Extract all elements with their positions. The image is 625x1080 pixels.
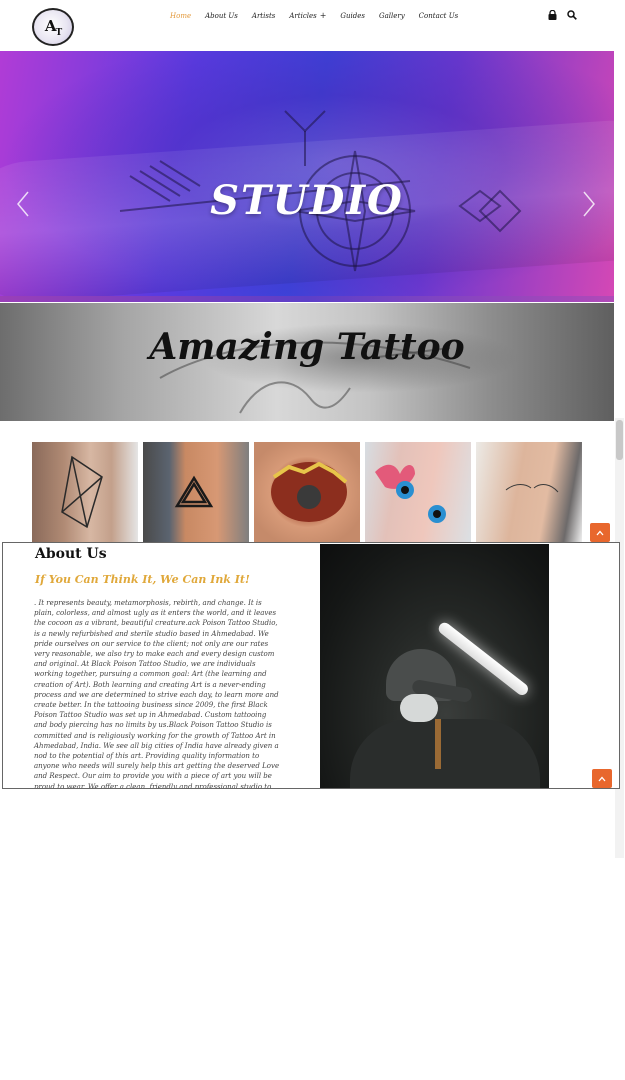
logo-monogram: AT: [44, 16, 62, 38]
plus-icon: +: [319, 11, 327, 20]
tattoo-photo-icon: [271, 461, 348, 522]
tattoo-photo-icon: [61, 455, 103, 529]
site-logo[interactable]: AT: [32, 8, 74, 46]
nav-gallery[interactable]: Gallery: [379, 10, 405, 22]
lock-icon[interactable]: [548, 10, 557, 20]
nav-home[interactable]: Home: [170, 10, 191, 22]
about-tagline: If You Can Think It, We Can Ink It!: [35, 573, 250, 586]
tattoo-photo-icon: [174, 475, 214, 508]
photo-shirt: [350, 719, 540, 788]
banner-title: Amazing Tattoo: [149, 326, 465, 368]
nav-articles-label: Articles: [289, 12, 317, 20]
tattoo-artist-photo: [320, 544, 549, 788]
about-body-text: . It represents beauty, metamorphosis, r…: [34, 599, 280, 789]
gallery-item[interactable]: [476, 442, 582, 542]
hero-title: STUDIO: [210, 177, 404, 224]
scrollbar-thumb[interactable]: [616, 420, 623, 460]
scroll-to-top-button[interactable]: [590, 523, 610, 542]
gallery-item[interactable]: [143, 442, 249, 542]
gallery-item[interactable]: [254, 442, 360, 542]
about-heading: About Us: [35, 546, 107, 562]
scroll-to-top-button-secondary[interactable]: [592, 769, 612, 788]
tattoo-photo-icon: [505, 484, 559, 493]
nav-guides[interactable]: Guides: [340, 10, 365, 22]
chevron-left-icon[interactable]: [16, 190, 30, 218]
nav-contact-us[interactable]: Contact Us: [419, 10, 459, 22]
nav-about-us[interactable]: About Us: [205, 10, 238, 22]
main-nav: Home About Us Artists Articles + Guides G…: [170, 10, 472, 22]
chevron-up-icon: [596, 530, 604, 535]
gallery-item[interactable]: [365, 442, 471, 542]
tattoo-photo-icon: [375, 464, 446, 523]
chevron-right-icon[interactable]: [582, 190, 596, 218]
chevron-up-icon: [598, 776, 606, 781]
gallery-item[interactable]: [32, 442, 138, 542]
search-icon[interactable]: [567, 10, 577, 20]
photo-mask: [400, 694, 438, 722]
photo-strap: [435, 719, 441, 769]
hero-bottom-band: [0, 296, 614, 302]
about-section: About Us If You Can Think It, We Can Ink…: [2, 542, 620, 789]
nav-articles[interactable]: Articles +: [289, 10, 326, 22]
hero-slider: STUDIO: [0, 51, 614, 301]
nav-artists[interactable]: Artists: [252, 10, 275, 22]
tattoo-gallery: [32, 442, 582, 542]
site-header: AT Home About Us Artists Articles + Guide…: [0, 0, 625, 50]
